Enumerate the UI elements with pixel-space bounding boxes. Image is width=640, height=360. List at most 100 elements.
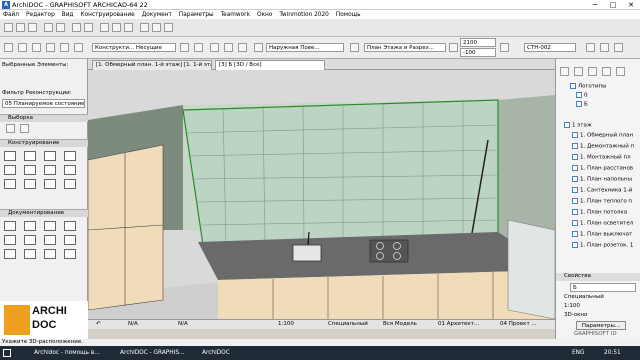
settings-icon[interactable] [74, 43, 83, 52]
tree-item[interactable]: 1. План расстанов [572, 165, 633, 172]
beam-tool-icon[interactable] [44, 151, 56, 161]
height-bottom-field[interactable]: -100 [460, 48, 496, 57]
reconstruction-filter-select[interactable]: 05 Планируемое состояние [2, 99, 85, 108]
shell-tool-icon[interactable] [24, 165, 36, 175]
material-icon[interactable] [254, 43, 263, 52]
tree-item[interactable]: 1. Обмерный план [572, 132, 633, 139]
grid-snap-icon[interactable] [164, 23, 173, 32]
model-view-select[interactable]: Вся Модель [383, 321, 417, 327]
arrow-tool-icon[interactable] [6, 124, 15, 133]
stair-tool-icon[interactable] [64, 165, 76, 175]
label-tool-icon[interactable] [64, 221, 76, 231]
taskbar-item-browser[interactable]: Archidoc - помощь в... [22, 348, 100, 358]
layout-book-icon[interactable] [588, 67, 597, 76]
surface-select[interactable]: Наружная Пове... [266, 43, 344, 52]
layer-combination-select[interactable]: Специальный [328, 321, 368, 327]
redo-icon[interactable] [56, 23, 65, 32]
minimize-button[interactable]: ─ [586, 0, 604, 10]
open-icon[interactable] [16, 23, 25, 32]
pointer-tool-icon[interactable] [4, 43, 13, 52]
menu-twinmotion[interactable]: Twinmotion 2020 [279, 12, 329, 18]
menu-document[interactable]: Документ [142, 12, 172, 18]
menu-help[interactable]: Помощь [336, 12, 361, 18]
menu-options[interactable]: Параметры [179, 12, 214, 18]
dropdown-icon[interactable] [614, 43, 623, 52]
windows-start-icon[interactable] [3, 349, 11, 357]
wall-tool-icon[interactable] [4, 151, 16, 161]
height-icon[interactable] [449, 43, 458, 52]
polyline-tool-icon[interactable] [64, 235, 76, 245]
reference-line-icon[interactable] [46, 43, 55, 52]
tree-item[interactable]: 1. План теплого п [572, 198, 632, 205]
railing-tool-icon[interactable] [4, 179, 16, 189]
tree-item[interactable]: 1 этаж [564, 122, 592, 129]
surface-icon[interactable] [210, 43, 219, 52]
floor-plan-section-select[interactable]: План Этажа и Разрез... [364, 43, 446, 52]
properties-header[interactable]: Свойства [556, 273, 640, 281]
tree-item[interactable]: Логотипы [570, 83, 606, 90]
tree-item[interactable]: 1. План потолка [572, 209, 627, 216]
section-documentation[interactable]: Документирование [0, 209, 88, 217]
section-selection[interactable]: Выборка [0, 114, 88, 122]
partial-structure-select[interactable]: 04 Проект ... [500, 321, 537, 327]
menu-view[interactable]: Вид [62, 12, 74, 18]
parameters-button[interactable]: Параметры... [576, 321, 626, 330]
new-file-icon[interactable] [4, 23, 13, 32]
display-icon[interactable] [350, 43, 359, 52]
column-tool-icon[interactable] [24, 151, 36, 161]
tab-floor-plan[interactable]: [1. Обмерный план. 1-й этаж] [1. 1-й эта… [92, 60, 212, 70]
geometry-method-icon[interactable] [32, 43, 41, 52]
3d-viewport[interactable] [88, 70, 555, 319]
organizer-icon[interactable] [616, 67, 625, 76]
tree-item[interactable]: 1. Демонтажный п [572, 143, 634, 150]
marquee-tool-icon[interactable] [20, 124, 29, 133]
structure-icon[interactable] [180, 43, 189, 52]
language-indicator[interactable]: ENG [572, 348, 585, 358]
undo-view-icon[interactable]: ↶ [96, 321, 101, 327]
tree-item[interactable]: 1. План выключат [572, 231, 632, 238]
id-field[interactable]: СТН-002 [524, 43, 576, 52]
section-design[interactable]: Конструирование [0, 139, 88, 147]
tree-item[interactable]: 1. План розеток. 1 [572, 242, 633, 249]
scale-field[interactable]: 1:100 [278, 321, 294, 327]
tree-item[interactable]: 1. План напольны [572, 176, 632, 183]
fill-icon[interactable] [238, 43, 247, 52]
trace-icon[interactable] [140, 23, 149, 32]
detail-tool-icon[interactable] [64, 249, 76, 259]
roof-tool-icon[interactable] [4, 165, 16, 175]
section-icon[interactable] [124, 23, 133, 32]
wall-direction-icon[interactable] [60, 43, 69, 52]
pointer-icon[interactable] [72, 23, 81, 32]
publisher-icon[interactable] [602, 67, 611, 76]
property-value-field[interactable]: Б [570, 283, 636, 292]
tree-item[interactable]: Б [576, 101, 588, 108]
menu-teamwork[interactable]: Teamwork [221, 12, 250, 18]
section-tool-icon[interactable] [24, 249, 36, 259]
curtain-wall-tool-icon[interactable] [44, 165, 56, 175]
clock[interactable]: 20:51 [604, 348, 621, 358]
selection-filter-icon[interactable] [18, 43, 27, 52]
floor-plan-icon[interactable] [100, 23, 109, 32]
object-tool-icon[interactable] [64, 179, 76, 189]
3d-view-icon[interactable] [112, 23, 121, 32]
maximize-button[interactable]: □ [604, 0, 622, 10]
marquee-icon[interactable] [84, 23, 93, 32]
tree-item[interactable]: 0 [576, 92, 588, 99]
level-dimension-tool-icon[interactable] [24, 221, 36, 231]
profile-icon[interactable] [224, 43, 233, 52]
pen-set-select[interactable]: 01 Архитект... [438, 321, 479, 327]
height-top-field[interactable]: 2100 [460, 38, 496, 47]
menu-file[interactable]: Файл [3, 12, 19, 18]
tree-item[interactable]: 1. Сантехника 1-й [572, 187, 632, 194]
layer-select[interactable]: Конструкти... Несущие [92, 43, 176, 52]
drawing-tool-icon[interactable] [4, 249, 16, 259]
layers-icon[interactable] [152, 23, 161, 32]
menu-window[interactable]: Окно [257, 12, 272, 18]
slab-tool-icon[interactable] [64, 151, 76, 161]
menu-edit[interactable]: Редактор [26, 12, 55, 18]
project-map-icon[interactable] [560, 67, 569, 76]
tab-3d[interactable]: [3] Б [3D / Все] [215, 60, 325, 70]
window-tool-icon[interactable] [44, 179, 56, 189]
close-button[interactable]: ✕ [622, 0, 640, 10]
door-tool-icon[interactable] [24, 179, 36, 189]
